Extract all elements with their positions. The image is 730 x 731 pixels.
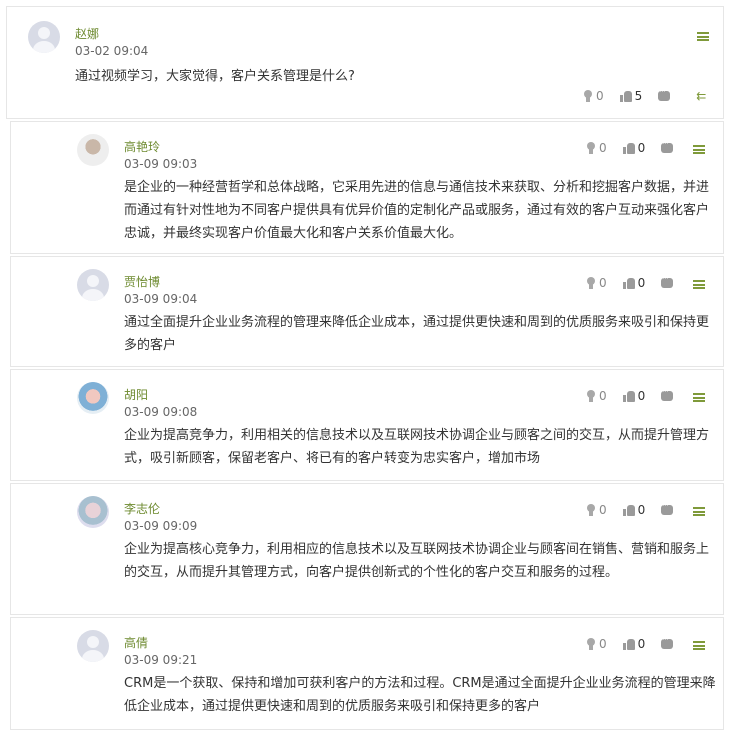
lightbulb-icon [586,142,596,154]
like-count: 0 [637,503,646,517]
tip-button[interactable]: 0 [586,637,607,651]
tip-count: 0 [599,503,607,517]
menu-icon[interactable] [693,507,705,516]
like-count: 0 [637,389,646,403]
menu-icon[interactable] [693,641,705,650]
tip-count: 0 [596,89,604,103]
reply-post: 高倩 03-09 09:21 0 0 CRM是一个获取、保持和增加可获利客户的方… [10,617,724,730]
post-date: 03-09 09:04 [124,292,198,306]
menu-icon[interactable] [693,145,705,154]
menu-icon[interactable] [693,393,705,402]
thumbs-up-icon [622,142,635,154]
lightbulb-icon [586,504,596,516]
like-button[interactable]: 0 [622,276,646,290]
comment-button[interactable] [661,139,674,153]
tip-count: 0 [599,389,607,403]
lightbulb-icon [586,638,596,650]
post-actions: 0 0 [586,635,674,651]
comment-button[interactable] [661,387,674,401]
thumbs-up-icon [622,277,635,289]
post-date: 03-09 09:21 [124,653,198,667]
comment-icon [661,387,674,401]
author-name[interactable]: 高艳玲 [124,138,160,155]
like-button[interactable]: 0 [622,503,646,517]
tip-count: 0 [599,637,607,651]
comment-button[interactable] [661,501,674,515]
like-button[interactable]: 0 [622,389,646,403]
like-count: 0 [637,637,646,651]
post-content: 企业为提高核心竞争力，利用相应的信息技术以及互联网技术协调企业与顾客间在销售、营… [124,542,710,580]
like-count: 0 [637,141,646,155]
comment-icon [661,501,674,515]
post-actions: 0 0 [586,387,674,403]
author-name[interactable]: 李志伦 [124,500,160,517]
lightbulb-icon [583,90,593,102]
tip-button[interactable]: 0 [586,276,607,290]
user-avatar-icon[interactable] [28,21,60,53]
thumbs-up-icon [622,390,635,402]
discussion-thread: 赵娜 03-02 09:04 通过视频学习，大家觉得，客户关系管理是什么? 0 … [0,0,730,731]
tip-count: 0 [599,276,607,290]
post-content: 企业为提高竞争力，利用相关的信息技术以及互联网技术协调企业与顾客之间的交互，从而… [124,428,710,466]
user-avatar-icon[interactable] [77,630,109,662]
author-name[interactable]: 贾怡博 [124,273,160,290]
tip-count: 0 [599,141,607,155]
comment-icon [661,635,674,649]
reply-button[interactable]: ⇇ [696,89,706,103]
thumbs-up-icon [622,638,635,650]
tip-button[interactable]: 0 [583,89,604,103]
post-date: 03-09 09:03 [124,157,198,171]
user-avatar-icon[interactable] [77,134,109,166]
lightbulb-icon [586,277,596,289]
lightbulb-icon [586,390,596,402]
user-avatar-icon[interactable] [77,496,109,528]
comment-icon [661,139,674,153]
reply-post: 胡阳 03-09 09:08 0 0 企业为提高竞争力，利用相关的信息技术以及互… [10,369,724,481]
thumbs-up-icon [619,90,632,102]
comment-button[interactable] [658,87,671,101]
menu-icon[interactable] [693,280,705,289]
post-content: 通过视频学习，大家觉得，客户关系管理是什么? [75,69,355,84]
reply-post: 李志伦 03-09 09:09 0 0 企业为提高核心竞争力，利用相应的信息技术… [10,483,724,615]
post-actions: 0 0 [586,274,674,290]
post-content: 通过全面提升企业业务流程的管理来降低企业成本，通过提供更快速和周到的优质服务来吸… [124,315,710,353]
tip-button[interactable]: 0 [586,503,607,517]
like-count: 0 [637,276,646,290]
author-name[interactable]: 高倩 [124,634,148,651]
user-avatar-icon[interactable] [77,269,109,301]
like-button[interactable]: 0 [622,637,646,651]
tip-button[interactable]: 0 [586,141,607,155]
post-date: 03-09 09:08 [124,405,198,419]
like-button[interactable]: 5 [619,89,643,103]
user-avatar-icon[interactable] [77,382,109,414]
post-date: 03-09 09:09 [124,519,198,533]
post-date: 03-02 09:04 [75,44,149,58]
tip-button[interactable]: 0 [586,389,607,403]
thumbs-up-icon [622,504,635,516]
reply-post: 高艳玲 03-09 09:03 0 0 是企业的一种经营哲学和总体战略，它采用先… [10,121,724,254]
comment-icon [661,274,674,288]
main-post: 赵娜 03-02 09:04 通过视频学习，大家觉得，客户关系管理是什么? 0 … [6,6,724,119]
comment-button[interactable] [661,274,674,288]
post-content: CRM是一个获取、保持和增加可获利客户的方法和过程。CRM是通过全面提升企业业务… [124,676,716,714]
post-actions: 0 5 ⇇ [583,87,706,103]
post-actions: 0 0 [586,139,674,155]
author-name[interactable]: 赵娜 [75,25,99,42]
like-count: 5 [634,89,643,103]
post-content: 是企业的一种经营哲学和总体战略，它采用先进的信息与通信技术来获取、分析和挖掘客户… [124,180,710,241]
comment-icon [658,87,671,101]
post-actions: 0 0 [586,501,674,517]
reply-icon: ⇇ [696,89,707,103]
reply-post: 贾怡博 03-09 09:04 0 0 通过全面提升企业业务流程的管理来降低企业… [10,256,724,367]
menu-icon[interactable] [697,32,709,41]
comment-button[interactable] [661,635,674,649]
like-button[interactable]: 0 [622,141,646,155]
author-name[interactable]: 胡阳 [124,386,148,403]
